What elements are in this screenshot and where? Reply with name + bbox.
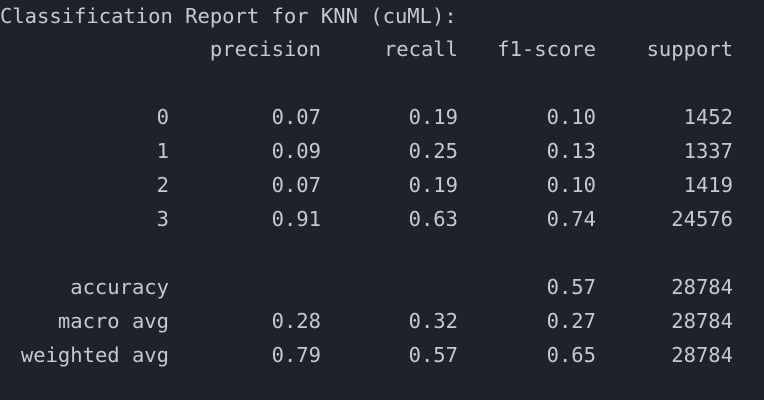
table-row: 2 0.07 0.19 0.10 1419 bbox=[0, 173, 733, 197]
header-recall: recall bbox=[383, 37, 458, 61]
precision-value: 0.28 bbox=[271, 309, 321, 333]
support-value: 24576 bbox=[671, 207, 733, 231]
recall-value: 0.19 bbox=[408, 173, 458, 197]
table-row: 3 0.91 0.63 0.74 24576 bbox=[0, 207, 733, 231]
support-value: 28784 bbox=[671, 275, 733, 299]
table-row: 1 0.09 0.25 0.13 1337 bbox=[0, 139, 733, 163]
recall-value: 0.57 bbox=[408, 343, 458, 367]
precision-value: 0.91 bbox=[271, 207, 321, 231]
row-label: accuracy bbox=[70, 275, 169, 299]
row-label: 0 bbox=[156, 105, 169, 129]
f1-score-value: 0.27 bbox=[546, 309, 596, 333]
recall-value: 0.32 bbox=[408, 309, 458, 333]
support-value: 28784 bbox=[671, 343, 733, 367]
support-value: 1452 bbox=[683, 105, 733, 129]
f1-score-value: 0.10 bbox=[546, 173, 596, 197]
row-label: macro avg bbox=[57, 309, 169, 333]
precision-value: 0.79 bbox=[271, 343, 321, 367]
f1-score-value: 0.10 bbox=[546, 105, 596, 129]
header-row: precision recall f1-score support bbox=[0, 37, 733, 61]
f1-score-value: 0.13 bbox=[546, 139, 596, 163]
f1-score-value: 0.57 bbox=[546, 275, 596, 299]
row-label: 2 bbox=[156, 173, 169, 197]
f1-score-value: 0.74 bbox=[546, 207, 596, 231]
accuracy-row: accuracy 0.57 28784 bbox=[0, 275, 733, 299]
output-console: Classification Report for KNN (cuML): pr… bbox=[0, 0, 764, 400]
macro-avg-row: macro avg 0.28 0.32 0.27 28784 bbox=[0, 309, 733, 333]
report-title: Classification Report for KNN (cuML): bbox=[0, 4, 457, 28]
precision-value: 0.09 bbox=[271, 139, 321, 163]
f1-score-value: 0.65 bbox=[546, 343, 596, 367]
recall-value: 0.19 bbox=[408, 105, 458, 129]
precision-value: 0.07 bbox=[271, 105, 321, 129]
support-value: 28784 bbox=[671, 309, 733, 333]
row-label: weighted avg bbox=[20, 343, 169, 367]
weighted-avg-row: weighted avg 0.79 0.57 0.65 28784 bbox=[0, 343, 733, 367]
row-label: 1 bbox=[156, 139, 169, 163]
precision-value: 0.07 bbox=[271, 173, 321, 197]
row-label: 3 bbox=[156, 207, 169, 231]
recall-value: 0.25 bbox=[408, 139, 458, 163]
support-value: 1337 bbox=[683, 139, 733, 163]
table-row: 0 0.07 0.19 0.10 1452 bbox=[0, 105, 733, 129]
recall-value: 0.63 bbox=[408, 207, 458, 231]
header-precision: precision bbox=[209, 37, 321, 61]
header-f1-score: f1-score bbox=[497, 37, 596, 61]
support-value: 1419 bbox=[683, 173, 733, 197]
header-support: support bbox=[646, 37, 733, 61]
